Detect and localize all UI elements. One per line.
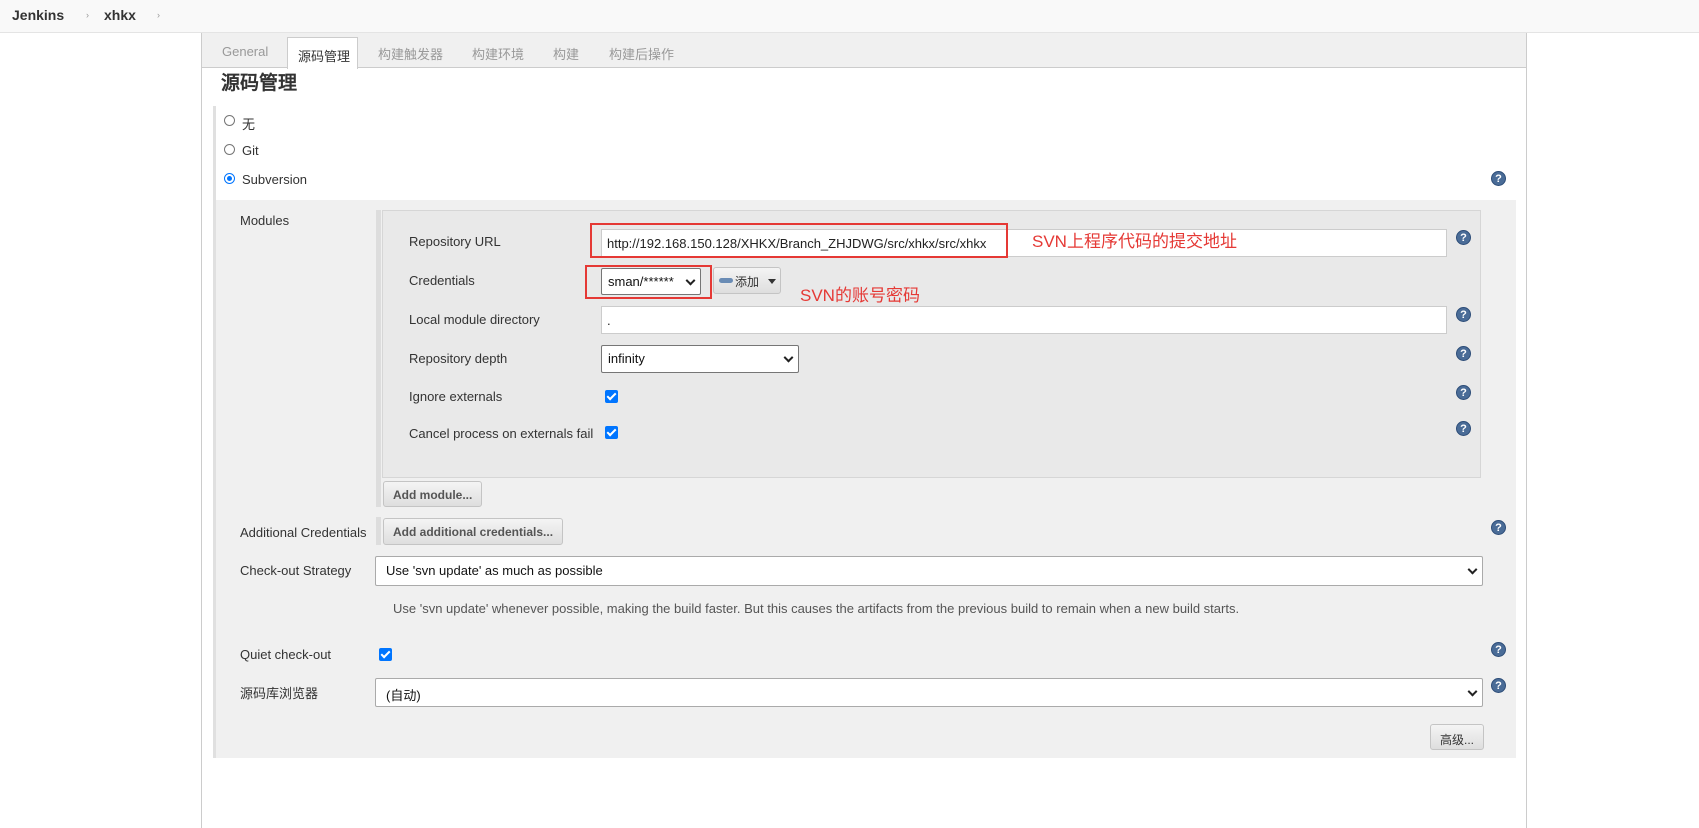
- quiet-checkout-label: Quiet check-out: [240, 647, 332, 662]
- annotation-box-credentials: [585, 265, 712, 299]
- advanced-button[interactable]: 高级...: [1430, 724, 1485, 750]
- repo-browser-select[interactable]: (自动): [375, 678, 1483, 707]
- help-icon[interactable]: ?: [1456, 307, 1471, 322]
- scm-label-none: 无: [242, 117, 256, 132]
- annotation-credentials-text: SVN的账号密码: [800, 286, 920, 305]
- breadcrumb-separator-icon[interactable]: ›: [157, 10, 160, 20]
- help-icon[interactable]: ?: [1456, 385, 1471, 400]
- repo-browser-value: (自动): [386, 688, 421, 703]
- add-additional-credentials-button[interactable]: Add additional credentials...: [383, 518, 564, 545]
- help-icon[interactable]: ?: [1491, 520, 1506, 535]
- tab-scm[interactable]: 源码管理: [287, 37, 358, 69]
- repository-depth-label: Repository depth: [409, 351, 508, 366]
- tab-build-environment[interactable]: 构建环境: [472, 44, 524, 63]
- checkout-strategy-value: Use 'svn update' as much as possible: [386, 563, 603, 578]
- ignore-externals-label: Ignore externals: [409, 389, 503, 404]
- additional-credentials-bar: [376, 517, 381, 545]
- tab-general[interactable]: General: [222, 44, 268, 59]
- help-icon[interactable]: ?: [1456, 346, 1471, 361]
- section-title: 源码管理: [221, 73, 298, 94]
- checkout-strategy-select[interactable]: Use 'svn update' as much as possible: [375, 556, 1483, 586]
- credentials-label: Credentials: [409, 273, 475, 288]
- scm-radio-subversion[interactable]: [224, 173, 235, 184]
- help-icon[interactable]: ?: [1491, 171, 1506, 186]
- modules-label: Modules: [240, 213, 290, 228]
- checkout-strategy-description: Use 'svn update' whenever possible, maki…: [393, 601, 1240, 616]
- breadcrumb-separator-icon[interactable]: ›: [86, 10, 89, 20]
- local-module-directory-input[interactable]: .: [601, 306, 1447, 334]
- top-breadcrumb-bar: [0, 0, 1699, 33]
- caret-down-icon: [768, 279, 776, 284]
- ignore-externals-checkbox[interactable]: [605, 390, 618, 403]
- annotation-url-text: SVN上程序代码的提交地址: [1032, 232, 1237, 251]
- additional-credentials-label: Additional Credentials: [240, 525, 367, 540]
- scm-radio-git[interactable]: [224, 144, 235, 155]
- help-icon[interactable]: ?: [1456, 421, 1471, 436]
- help-icon[interactable]: ?: [1491, 678, 1506, 693]
- tab-post-build[interactable]: 构建后操作: [609, 44, 674, 63]
- add-credentials-button[interactable]: 添加: [713, 267, 781, 294]
- scm-label-subversion: Subversion: [242, 172, 308, 187]
- chevron-down-icon: [783, 352, 794, 363]
- chevron-down-icon: [1467, 564, 1478, 575]
- cancel-process-checkbox[interactable]: [605, 426, 618, 439]
- add-credentials-label: 添加: [735, 275, 760, 289]
- key-icon: [719, 278, 733, 283]
- local-module-directory-label: Local module directory: [409, 312, 540, 327]
- quiet-checkout-checkbox[interactable]: [379, 648, 392, 661]
- annotation-box-url: [590, 223, 1008, 258]
- repository-depth-select[interactable]: infinity: [601, 345, 799, 373]
- breadcrumb-jenkins[interactable]: Jenkins: [12, 7, 64, 23]
- chevron-down-icon: [1467, 686, 1478, 697]
- scm-radio-none[interactable]: [224, 115, 235, 126]
- help-icon[interactable]: ?: [1456, 230, 1471, 245]
- help-icon[interactable]: ?: [1491, 642, 1506, 657]
- repository-depth-value: infinity: [608, 351, 645, 366]
- tab-build[interactable]: 构建: [553, 44, 579, 63]
- checkout-strategy-label: Check-out Strategy: [240, 563, 352, 578]
- tab-build-triggers[interactable]: 构建触发器: [378, 44, 443, 63]
- breadcrumb-job[interactable]: xhkx: [104, 7, 136, 23]
- cancel-process-label: Cancel process on externals fail: [409, 426, 594, 441]
- repository-url-label: Repository URL: [409, 234, 501, 249]
- repo-browser-label: 源码库浏览器: [240, 686, 319, 701]
- modules-indent-bar: [376, 210, 381, 507]
- scm-label-git: Git: [242, 143, 259, 158]
- add-module-button[interactable]: Add module...: [383, 481, 483, 507]
